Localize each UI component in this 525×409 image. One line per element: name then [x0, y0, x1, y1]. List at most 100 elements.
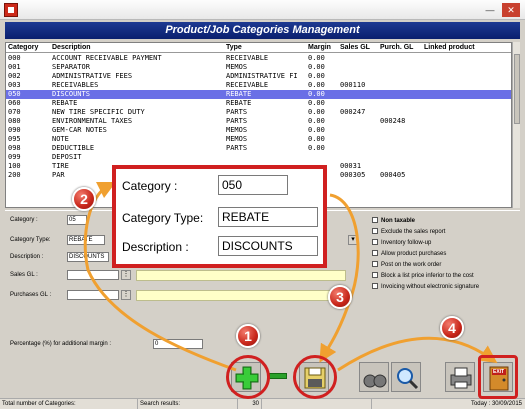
column-header-margin[interactable]: Margin [306, 43, 338, 52]
checkbox[interactable] [372, 239, 378, 245]
column-header-type[interactable]: Type [224, 43, 306, 52]
column-header-linked-product[interactable]: Linked product [422, 43, 502, 52]
table-row[interactable]: 095 NOTE MEMOS 0.00 [6, 135, 511, 144]
table-cell [422, 144, 502, 153]
minimize-button[interactable]: — [481, 3, 499, 17]
sales-gl-input[interactable] [67, 270, 119, 280]
description-input[interactable]: DISCOUNTS [67, 252, 109, 262]
column-header-description[interactable]: Description [50, 43, 224, 52]
table-row[interactable]: 001 SEPARATOR MEMOS 0.00 [6, 63, 511, 72]
table-cell: GEM-CAR NOTES [52, 126, 107, 134]
print-icon [450, 367, 472, 389]
inventory-followup-option[interactable]: Inventory follow-up [372, 239, 431, 248]
step-badge-4: 4 [440, 316, 464, 340]
table-cell [338, 54, 378, 63]
column-header-purch-gl[interactable]: Purch. GL [378, 43, 422, 52]
table-cell: REBATE [226, 90, 252, 98]
table-row[interactable]: 003 RECEIVABLES RECEIVABLE 0.00 000110 [6, 81, 511, 90]
table-cell: REBATE [52, 99, 78, 107]
table-cell: RECEIVABLES [52, 81, 99, 89]
close-button[interactable]: ✕ [502, 3, 520, 17]
highlight-add-button [226, 355, 270, 399]
sales-gl-lookup-icon[interactable]: ⋮ [121, 270, 131, 280]
table-cell [338, 90, 378, 99]
table-scrollbar[interactable] [512, 42, 520, 208]
purchases-gl-lookup-icon[interactable]: ⋮ [121, 290, 131, 300]
callout-category-input[interactable]: 050 [218, 175, 288, 195]
category-type-select[interactable]: REBATE [67, 235, 105, 245]
non-taxable-option[interactable]: Non taxable [372, 217, 415, 226]
category-type-dropdown-arrow[interactable]: ▾ [348, 235, 358, 245]
invoicing-no-signature-option[interactable]: Invoicing without electronic signature [372, 283, 479, 292]
table-row[interactable]: 080 ENVIRONMENTAL TAXES PARTS 0.00 000248 [6, 117, 511, 126]
table-cell [338, 135, 378, 144]
purchases-gl-label: Purchases GL : [10, 292, 52, 298]
print-button[interactable] [445, 362, 475, 392]
table-row[interactable]: 098 DEDUCTIBLE PARTS 0.00 [6, 144, 511, 153]
table-cell: 002 [8, 72, 21, 80]
table-cell [378, 54, 422, 63]
search-button[interactable] [391, 362, 421, 392]
column-header-sales-gl[interactable]: Sales GL [338, 43, 378, 52]
table-row[interactable]: 000 ACCOUNT RECEIVABLE PAYMENT RECEIVABLE 0… [6, 54, 511, 63]
table-cell [378, 126, 422, 135]
table-row[interactable]: 002 ADMINISTRATIVE FEES ADMINISTRATIVE FI 0… [6, 72, 511, 81]
checkbox[interactable] [372, 250, 378, 256]
checkbox[interactable] [372, 217, 378, 223]
table-cell [378, 72, 422, 81]
checkbox[interactable] [372, 261, 378, 267]
table-row[interactable]: 050 DISCOUNTS REBATE 0.00 [6, 90, 511, 99]
sales-gl-description [136, 270, 346, 281]
table-cell: 050 [8, 90, 21, 98]
checkbox[interactable] [372, 228, 378, 234]
table-row[interactable]: 060 REBATE REBATE 0.00 [6, 99, 511, 108]
table-cell: 0.00 [308, 81, 325, 89]
table-cell: 0.00 [308, 108, 325, 116]
table-cell: 000248 [380, 117, 406, 125]
sales-gl-label: Sales GL : [10, 272, 38, 278]
step-badge-3: 3 [328, 285, 352, 309]
status-empty-cell [262, 399, 372, 409]
table-cell: 000405 [380, 171, 406, 179]
margin-input[interactable]: 0 [153, 339, 203, 349]
today-date: Today : 30/09/2015 [470, 401, 522, 407]
table-cell [422, 135, 502, 144]
table-cell [338, 153, 378, 162]
view-button[interactable] [359, 362, 389, 392]
callout-type-input[interactable]: REBATE [218, 207, 318, 227]
table-cell [338, 99, 378, 108]
block-price-option[interactable]: Block a list price inferior to the cost [372, 272, 474, 281]
table-cell: DISCOUNTS [52, 90, 90, 98]
category-input[interactable]: 05 [67, 215, 87, 225]
table-row[interactable]: 090 GEM-CAR NOTES MEMOS 0.00 [6, 126, 511, 135]
table-cell: 000305 [340, 171, 366, 179]
table-row[interactable]: 099 DEPOSIT [6, 153, 511, 162]
callout-description-label: Description : [122, 240, 189, 254]
table-cell [306, 153, 338, 162]
table-cell [422, 171, 502, 180]
table-cell [378, 63, 422, 72]
table-cell: 200 [8, 171, 21, 179]
table-cell: 000110 [340, 81, 366, 89]
purchases-gl-input[interactable] [67, 290, 119, 300]
table-cell [422, 117, 502, 126]
table-cell [422, 153, 502, 162]
checkbox[interactable] [372, 272, 378, 278]
table-cell: 000 [8, 54, 21, 62]
allow-purchases-option[interactable]: Allow product purchases [372, 250, 446, 259]
checkbox[interactable] [372, 283, 378, 289]
column-header-category[interactable]: Category [6, 43, 50, 52]
table-header: Category Description Type Margin Sales G… [6, 43, 511, 53]
exclude-sales-option[interactable]: Exclude the sales report [372, 228, 445, 237]
table-cell [338, 144, 378, 153]
callout-description-input[interactable]: DISCOUNTS [218, 236, 318, 256]
category-label: Category : [10, 217, 38, 223]
table-cell [422, 99, 502, 108]
scrollbar-thumb[interactable] [514, 54, 520, 124]
table-row[interactable]: 070 NEW TIRE SPECIFIC DUTY PARTS 0.00 000247 [6, 108, 511, 117]
table-cell: 001 [8, 63, 21, 71]
delete-button[interactable] [269, 373, 287, 379]
window-titlebar[interactable]: — ✕ [0, 0, 525, 20]
status-bar: Total number of Categories: Search resul… [0, 398, 525, 409]
post-work-order-option[interactable]: Post on the work order [372, 261, 441, 270]
